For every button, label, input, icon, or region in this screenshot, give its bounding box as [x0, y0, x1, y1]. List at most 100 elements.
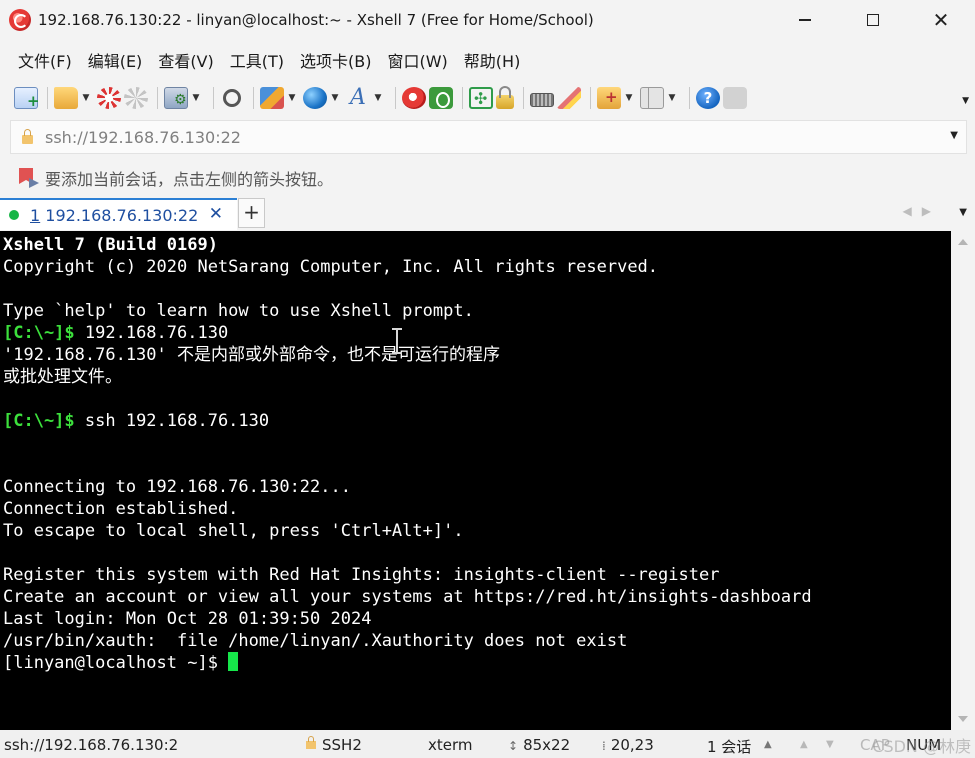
watermark: CSDN @林庚	[872, 737, 971, 756]
address-input[interactable]	[45, 127, 925, 147]
tab-scroll-arrows-icon[interactable]: ◀▶	[903, 204, 941, 218]
terminal-text: Type `help' to learn how to use Xshell p…	[3, 301, 474, 321]
font-icon[interactable]: A	[346, 87, 370, 109]
keyboard-icon[interactable]	[530, 93, 554, 107]
toolbar-separator	[689, 87, 690, 109]
menu-tab[interactable]: 选项卡(B)	[292, 48, 379, 72]
terminal-text: Register this system with Red Hat Insigh…	[3, 565, 720, 585]
scroll-down-arrow-icon[interactable]	[958, 716, 968, 722]
toolbar-separator	[395, 87, 396, 109]
menu-window[interactable]: 窗口(W)	[379, 48, 455, 72]
terminal-text: 或批处理文件。	[3, 367, 122, 387]
terminal-cursor	[228, 652, 239, 671]
terminal-text: '192.168.76.130' 不是内部或外部命令，也不是可运行的程序	[3, 345, 500, 365]
layout-icon[interactable]	[640, 87, 664, 109]
status-position-group: ⁞ 20,23	[602, 736, 654, 754]
status-address: ssh://192.168.76.130:2	[4, 736, 179, 754]
window-controls: ✕	[771, 0, 975, 40]
tab-title: 192.168.76.130:22	[40, 205, 199, 225]
menu-edit[interactable]: 编辑(E)	[80, 48, 151, 72]
open-folder-icon[interactable]	[54, 87, 78, 109]
add-tab-button[interactable]: +	[238, 198, 265, 228]
compose-icon[interactable]	[597, 87, 621, 109]
scroll-down-arrow-icon[interactable]: ▼	[826, 739, 834, 750]
compose-dropdown-icon[interactable]: ▼	[624, 93, 634, 103]
secure-lock-icon	[306, 736, 316, 749]
terminal-scrollbar[interactable]	[951, 231, 975, 730]
chat-icon[interactable]	[723, 87, 747, 109]
terminal-area[interactable]: Xshell 7 (Build 0169) Copyright (c) 2020 …	[0, 231, 951, 730]
new-session-icon[interactable]	[14, 87, 40, 109]
xshell-app-icon[interactable]	[9, 9, 31, 31]
open-dropdown-icon[interactable]: ▼	[81, 93, 91, 103]
terminal-text: To escape to local shell, press 'Ctrl+Al…	[3, 521, 464, 541]
terminal-line: [C:\~]$ 192.168.76.130	[3, 322, 812, 344]
transfer-icon[interactable]	[260, 87, 284, 109]
toolbar-separator	[590, 87, 591, 109]
properties-dropdown-icon[interactable]: ▼	[191, 93, 201, 103]
xftp-icon[interactable]	[429, 87, 453, 109]
xshell-icon[interactable]	[402, 87, 426, 109]
fullscreen-icon[interactable]	[469, 87, 493, 109]
layout-dropdown-icon[interactable]: ▼	[667, 93, 677, 103]
minimize-button[interactable]	[771, 0, 839, 40]
terminal-text: /usr/bin/xauth: file /home/linyan/.Xauth…	[3, 631, 628, 651]
close-icon: ✕	[932, 8, 950, 32]
status-sessions[interactable]: 1 会话	[707, 736, 751, 757]
menu-bar: 文件(F) 编辑(E) 查看(V) 工具(T) 选项卡(B) 窗口(W) 帮助(…	[0, 45, 528, 75]
toolbar-separator	[253, 87, 254, 109]
terminal-line: Register this system with Red Hat Insigh…	[3, 564, 812, 586]
help-icon[interactable]: ?	[696, 87, 720, 109]
scroll-up-arrow-icon[interactable]	[958, 239, 968, 245]
maximize-icon	[867, 14, 879, 26]
scroll-up-arrow-icon[interactable]: ▲	[800, 739, 808, 750]
tab-session-1[interactable]: 1 192.168.76.130:22 ✕	[0, 198, 237, 230]
terminal-line: Last login: Mon Oct 28 01:39:50 2024	[3, 608, 812, 630]
status-size: 85x22	[523, 736, 571, 754]
lock-icon[interactable]	[496, 86, 514, 109]
terminal-text: Create an account or view all your syste…	[3, 587, 812, 607]
menu-help[interactable]: 帮助(H)	[456, 48, 529, 72]
toolbar-separator	[213, 87, 214, 109]
address-dropdown-icon[interactable]: ▼	[950, 130, 958, 141]
menu-tools[interactable]: 工具(T)	[222, 48, 292, 72]
terminal-line: [C:\~]$ ssh 192.168.76.130	[3, 410, 812, 432]
address-bar: ▼	[10, 120, 967, 154]
session-hint-text: 要添加当前会话，点击左侧的箭头按钮。	[45, 170, 334, 189]
font-dropdown-icon[interactable]: ▼	[373, 93, 383, 103]
shell-prompt: [C:\~]$	[3, 411, 75, 431]
menu-file[interactable]: 文件(F)	[10, 48, 80, 72]
reconnect-icon[interactable]	[97, 87, 121, 109]
terminal-line: Type `help' to learn how to use Xshell p…	[3, 300, 812, 322]
session-hint-bar: 要添加当前会话，点击左侧的箭头按钮。	[10, 158, 333, 198]
terminal-text: Connection established.	[3, 499, 239, 519]
terminal-line: Create an account or view all your syste…	[3, 586, 812, 608]
menu-view[interactable]: 查看(V)	[150, 48, 221, 72]
status-protocol: SSH2	[322, 736, 362, 754]
tab-close-icon[interactable]: ✕	[209, 204, 223, 224]
globe-dropdown-icon[interactable]: ▼	[330, 93, 340, 103]
window-title: 192.168.76.130:22 - linyan@localhost:~ -…	[38, 11, 594, 29]
toolbar: ▼ ▼ ▼ ▼ A ▼ ▼ ▼ ?	[0, 80, 975, 116]
tab-list-dropdown-icon[interactable]: ▼	[959, 207, 967, 218]
status-position: 20,23	[610, 736, 654, 754]
mouse-ibeam-cursor-icon	[392, 328, 402, 354]
find-icon[interactable]	[223, 89, 241, 107]
toolbar-overflow-icon[interactable]: ▼	[962, 96, 969, 106]
disconnect-icon[interactable]	[124, 87, 148, 109]
properties-icon[interactable]	[164, 87, 188, 109]
transfer-dropdown-icon[interactable]: ▼	[287, 93, 297, 103]
tab-number: 1	[30, 205, 41, 225]
shell-prompt: [C:\~]$	[3, 323, 75, 343]
toolbar-separator	[157, 87, 158, 109]
sessions-up-arrow-icon[interactable]: ▲	[764, 739, 772, 750]
close-button[interactable]: ✕	[907, 0, 975, 40]
terminal-text: [linyan@localhost ~]$	[3, 653, 229, 673]
highlight-icon[interactable]	[557, 87, 581, 109]
globe-icon[interactable]	[303, 87, 327, 109]
terminal-text: Copyright (c) 2020 NetSarang Computer, I…	[3, 257, 659, 277]
maximize-button[interactable]	[839, 0, 907, 40]
status-protocol-group: SSH2	[306, 736, 362, 754]
